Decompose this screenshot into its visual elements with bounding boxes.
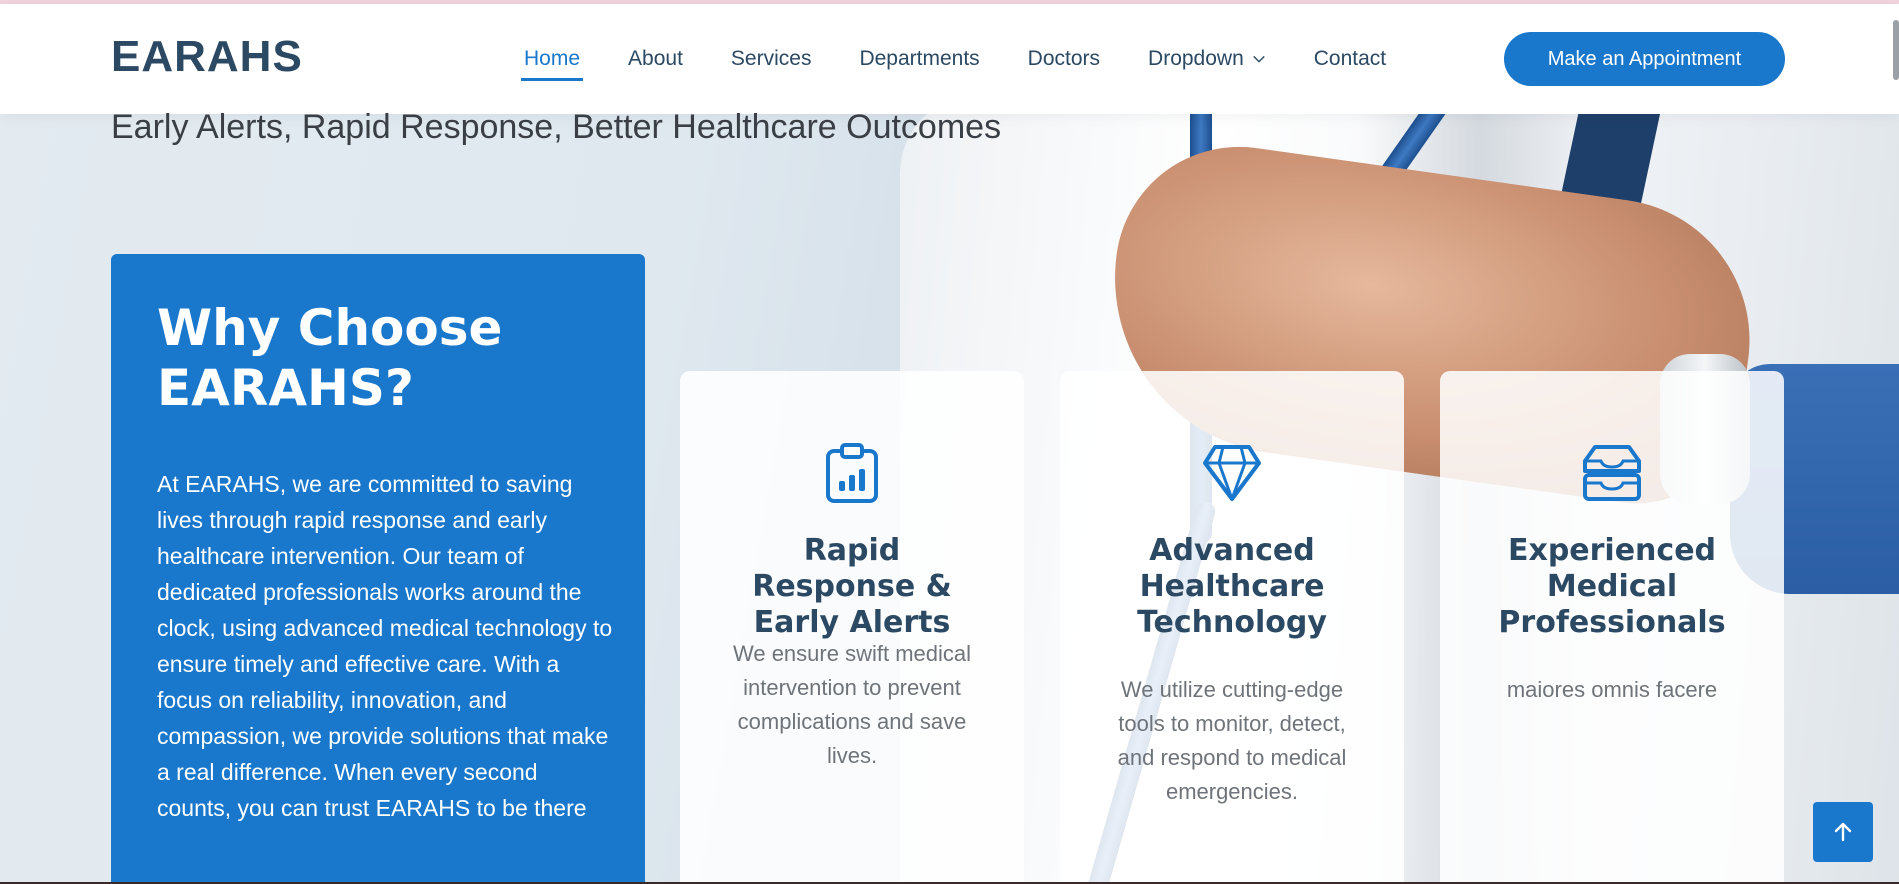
card-title: Experienced Medical Professionals [1498,533,1726,640]
arrow-up-icon [1834,822,1852,842]
why-choose-box: Why Choose EARAHS? At EARAHS, we are com… [111,254,645,884]
feature-card-advanced-technology: Advanced Healthcare Technology We utiliz… [1060,371,1404,884]
site-logo[interactable]: EARAHS [111,32,303,82]
nav-item-dropdown[interactable]: Dropdown [1148,37,1266,81]
nav-label: Departments [859,47,980,70]
nav-label: About [628,47,683,70]
chevron-down-icon [1253,55,1265,63]
nav-label: Services [730,47,812,70]
card-title: Advanced Healthcare Technology [1137,533,1327,640]
clipboard-chart-icon [826,443,878,503]
nav-label: Home [524,47,581,70]
nav-label: Dropdown [1148,47,1244,70]
back-to-top-button[interactable] [1813,802,1873,862]
make-appointment-button[interactable]: Make an Appointment [1504,32,1785,86]
nav-item-home[interactable]: Home [520,37,584,81]
card-text: We ensure swift medical intervention to … [732,641,971,768]
nav-item-departments[interactable]: Departments [859,37,979,81]
nav-item-contact[interactable]: Contact [1314,37,1386,81]
hero-tagline: Early Alerts, Rapid Response, Better Hea… [111,108,1002,146]
gem-icon [1203,445,1261,501]
nav-item-about[interactable]: About [628,37,683,81]
card-text: We utilize cutting-edge tools to monitor… [1117,677,1347,804]
why-choose-text: At EARAHS, we are committed to saving li… [157,471,613,821]
nav-label: Doctors [1027,47,1101,70]
page: EARAHS Home About Services Departments D… [0,0,1899,884]
feature-card-rapid-response: Rapid Response & Early Alerts We ensure … [680,371,1024,884]
nav-item-doctors[interactable]: Doctors [1028,37,1100,81]
card-title: Rapid Response & Early Alerts [752,533,952,640]
card-text: maiores omnis facere [1506,677,1718,702]
nav-label: Contact [1313,47,1387,70]
nav-item-services[interactable]: Services [731,37,812,81]
site-header: EARAHS Home About Services Departments D… [0,4,1899,114]
feature-card-experienced-professionals: Experienced Medical Professionals maiore… [1440,371,1784,884]
main-nav: Home About Services Departments Doctors … [500,4,1410,114]
inbox-icon [1583,445,1641,501]
scrollbar-thumb[interactable] [1893,20,1899,80]
why-choose-title: Why Choose EARAHS? [157,299,503,417]
